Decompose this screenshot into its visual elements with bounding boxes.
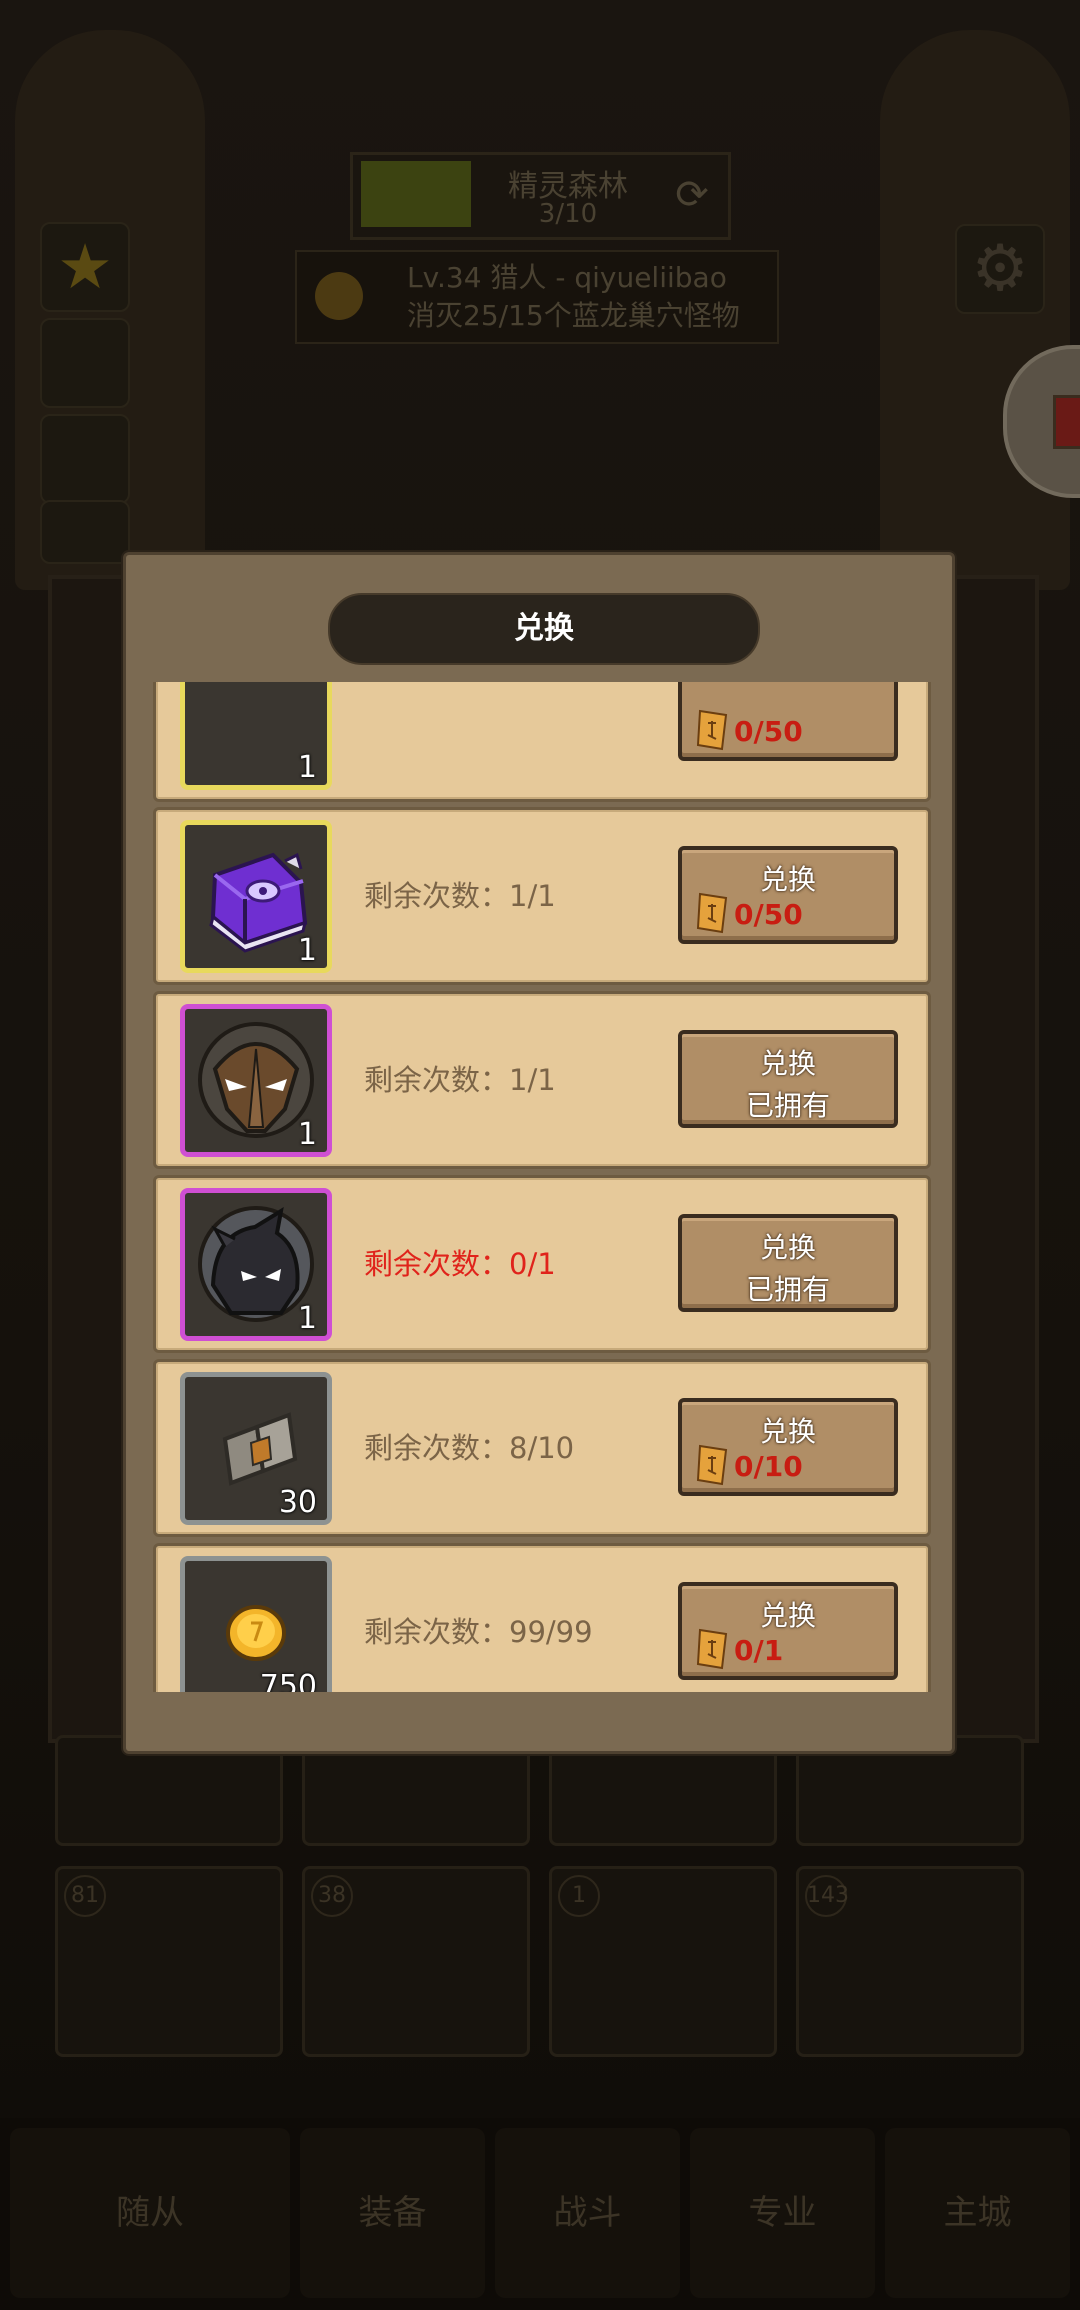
nav-tab-equipment[interactable]: 装备: [300, 2128, 485, 2298]
exchange-row: 1 剩余次数：0/1 兑换 已拥有: [153, 1175, 931, 1353]
quest-title: Lv.34 猎人 - qiyueliibao: [407, 261, 727, 294]
exchange-label: 兑换: [759, 1047, 816, 1080]
hero-level-badge: 143: [805, 1875, 849, 1917]
item-count: 1: [297, 1301, 317, 1336]
item-slot[interactable]: 1: [180, 682, 332, 790]
exchange-cost: 0/1: [734, 1634, 784, 1667]
area-progress: 3/10: [538, 199, 598, 229]
nav-tab-main-city[interactable]: 主城: [885, 2128, 1070, 2298]
ticket-icon: [696, 1444, 728, 1486]
quest-objective: 消灭25/15个蓝龙巢穴怪物: [407, 299, 740, 332]
settings-gear-icon[interactable]: ⚙: [955, 224, 1045, 314]
exchange-row: 1 剩余次数：1/1 兑换 0/50: [153, 807, 931, 985]
exchange-row: 30 剩余次数：8/10 兑换 0/10: [153, 1359, 931, 1537]
hero-level-badge: 81: [64, 1875, 106, 1917]
item-slot[interactable]: 750: [180, 1556, 332, 1692]
remaining-count: 剩余次数：99/99: [364, 1615, 593, 1649]
exchange-cost: 0/10: [734, 1450, 803, 1483]
exchange-dialog: 兑换 1 0/50 1 剩余次数：1/1 兑换 0/50 1 剩余次数：1/1 …: [123, 552, 955, 1754]
exchange-button[interactable]: 兑换 0/50: [678, 846, 898, 944]
item-slot[interactable]: 1: [180, 820, 332, 973]
exchange-row: 1 0/50: [153, 682, 931, 802]
book-icon: [1053, 395, 1080, 449]
hero-level-badge: 1: [558, 1875, 600, 1917]
exchange-button[interactable]: 兑换 0/1: [678, 1582, 898, 1680]
quest-tracker[interactable]: Lv.34 猎人 - qiyueliibao 消灭25/15个蓝龙巢穴怪物: [295, 250, 779, 344]
remaining-count: 剩余次数：1/1: [364, 879, 556, 913]
exchange-button[interactable]: 兑换 已拥有: [678, 1030, 898, 1128]
owned-label: 已拥有: [745, 1089, 830, 1122]
exchange-label: 兑换: [759, 1231, 816, 1264]
area-header[interactable]: 精灵森林 3/10 ⟳: [350, 152, 731, 240]
nav-tab-profession[interactable]: 专业: [690, 2128, 875, 2298]
hero-card[interactable]: 81: [55, 1866, 283, 2057]
owned-label: 已拥有: [745, 1273, 830, 1306]
refresh-icon[interactable]: ⟳: [670, 173, 714, 217]
side-favorite-button[interactable]: ★: [40, 222, 130, 312]
item-count: 30: [278, 1485, 317, 1520]
remaining-count: 剩余次数：8/10: [364, 1431, 575, 1465]
exchange-row: 1 剩余次数：1/1 兑换 已拥有: [153, 991, 931, 1169]
star-icon: ★: [57, 230, 113, 303]
remaining-count: 剩余次数：1/1: [364, 1063, 556, 1097]
quest-coin-icon: [315, 272, 363, 320]
hero-card[interactable]: 143: [796, 1866, 1024, 2057]
item-count: 1: [297, 1117, 317, 1152]
exchange-list[interactable]: 1 0/50 1 剩余次数：1/1 兑换 0/50 1 剩余次数：1/1 兑换 …: [153, 682, 931, 1692]
remaining-count: 剩余次数：0/1: [364, 1247, 556, 1281]
hero-level-badge: 38: [311, 1875, 353, 1917]
side-button[interactable]: [40, 318, 130, 408]
ticket-icon: [696, 709, 728, 751]
exchange-button[interactable]: 0/50: [678, 682, 898, 761]
nav-tab-battle[interactable]: 战斗: [495, 2128, 680, 2298]
side-button[interactable]: [40, 414, 130, 504]
side-button[interactable]: [40, 500, 130, 564]
nav-tab-followers[interactable]: 随从: [10, 2128, 290, 2298]
dialog-title-bar: 兑换: [328, 593, 760, 665]
hero-card[interactable]: 38: [302, 1866, 530, 2057]
exchange-cost: 0/50: [734, 715, 803, 748]
exchange-button[interactable]: 兑换 0/10: [678, 1398, 898, 1496]
item-count: 1: [297, 933, 317, 968]
item-count: 1: [297, 750, 317, 785]
exchange-button[interactable]: 兑换 已拥有: [678, 1214, 898, 1312]
item-slot[interactable]: 1: [180, 1004, 332, 1157]
item-slot[interactable]: 30: [180, 1372, 332, 1525]
ticket-icon: [696, 1628, 728, 1670]
exchange-row: 750 剩余次数：99/99 兑换 0/1: [153, 1543, 931, 1692]
exchange-cost: 0/50: [734, 898, 803, 931]
item-count: 750: [259, 1669, 317, 1692]
dialog-title: 兑换: [514, 611, 574, 646]
hero-card[interactable]: 1: [549, 1866, 777, 2057]
ticket-icon: [696, 892, 728, 934]
area-thumbnail: [361, 161, 471, 227]
item-slot[interactable]: 1: [180, 1188, 332, 1341]
